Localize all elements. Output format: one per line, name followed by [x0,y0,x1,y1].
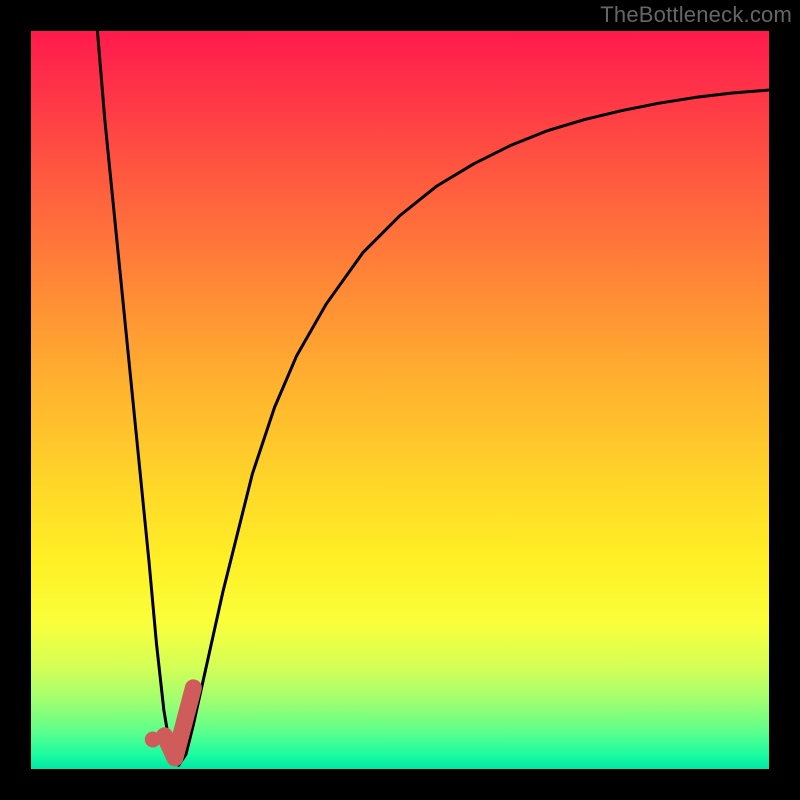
watermark-text: TheBottleneck.com [600,2,792,28]
plot-area [31,31,769,769]
bottleneck-curve [97,31,769,765]
chart-frame: TheBottleneck.com [0,0,800,800]
chart-svg [31,31,769,769]
